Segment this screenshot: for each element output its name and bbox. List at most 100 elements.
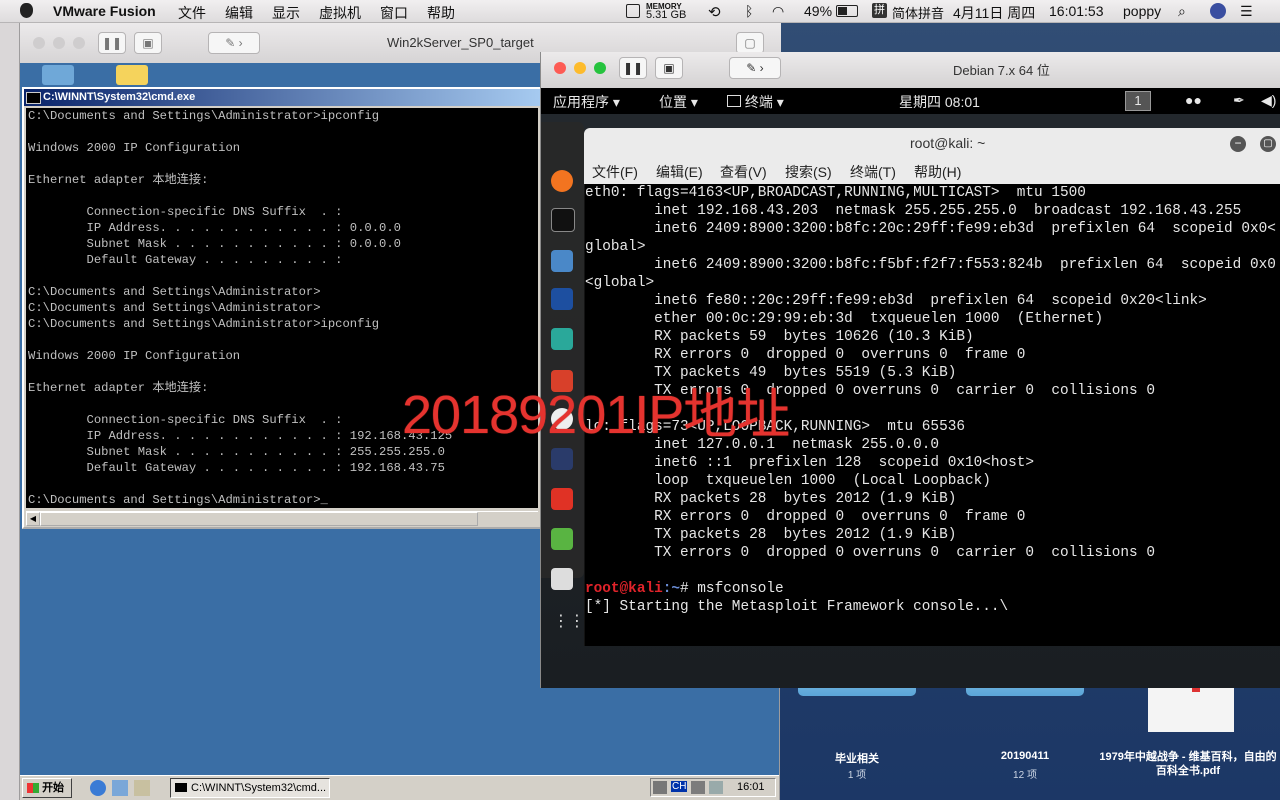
- terminal-line: TX packets 28 bytes 2012 (1.9 KiB): [585, 527, 957, 543]
- faraday-icon[interactable]: [551, 488, 573, 510]
- settings-wrench-button[interactable]: ✎ ›: [208, 32, 260, 54]
- files-icon[interactable]: [551, 250, 573, 272]
- leafpad-icon[interactable]: [551, 528, 573, 550]
- terminal-line: inet6 fe80::20c:29ff:fe99:eb3d prefixlen…: [585, 293, 1207, 309]
- kali-dock: [541, 122, 584, 590]
- firefox-icon[interactable]: [551, 170, 573, 192]
- minimize-button[interactable]: [53, 37, 65, 49]
- input-method-label[interactable]: 简体拼音: [892, 3, 944, 22]
- zoom-button[interactable]: [73, 37, 85, 49]
- battery-percent[interactable]: 49%: [804, 3, 832, 19]
- network-icon[interactable]: [42, 65, 74, 85]
- network-tray-icon[interactable]: [653, 781, 667, 794]
- places-menu[interactable]: 位置 ▾: [659, 92, 698, 112]
- terminal-menu-terminal[interactable]: 终端(T): [850, 162, 896, 182]
- unity-button[interactable]: ▢: [736, 32, 764, 54]
- zoom-button[interactable]: [594, 62, 606, 74]
- pen-tool-icon[interactable]: ✒: [1233, 92, 1245, 109]
- scroll-left-arrow-icon[interactable]: ◀: [26, 512, 40, 526]
- time-machine-icon[interactable]: ⟲: [708, 3, 721, 21]
- screenshot-icon[interactable]: [551, 568, 573, 590]
- terminal-line: inet 192.168.43.203 netmask 255.255.255.…: [585, 203, 1242, 219]
- spotlight-search-icon[interactable]: ⌕: [1178, 3, 1186, 20]
- workspace-indicator[interactable]: 1: [1125, 91, 1151, 111]
- applications-menu[interactable]: 应用程序 ▾: [553, 92, 620, 112]
- show-desktop-icon[interactable]: [112, 780, 128, 796]
- cmd-line: [28, 332, 538, 348]
- desktop-item-count: 12 项: [1013, 770, 1037, 781]
- battery-icon[interactable]: [836, 5, 858, 17]
- terminal-menu-file[interactable]: 文件(F): [592, 162, 638, 182]
- siri-icon[interactable]: [1210, 3, 1226, 19]
- menu-file[interactable]: 文件: [178, 3, 206, 23]
- terminal-line: RX errors 0 dropped 0 overruns 0 frame 0: [585, 509, 1026, 525]
- memory-indicator[interactable]: MEMORY 5.31 GB: [646, 2, 686, 21]
- desktop-item-label: 毕业相关: [835, 753, 879, 765]
- gnome-top-bar: 应用程序 ▾ 位置 ▾ 终端 ▾ 星期四 08:01 1 ●● ✒ ◀): [541, 88, 1280, 114]
- start-button[interactable]: 开始: [22, 778, 72, 798]
- cmd-line: Ethernet adapter 本地连接:: [28, 173, 209, 187]
- prompt-path: :~: [662, 581, 681, 597]
- menu-vm[interactable]: 虚拟机: [319, 3, 361, 23]
- cmd-title-bar[interactable]: C:\WINNT\System32\cmd.exe: [24, 89, 540, 106]
- gnome-clock[interactable]: 星期四 08:01: [899, 92, 980, 112]
- suspend-button[interactable]: ❚❚: [619, 57, 647, 79]
- prompt-command: msfconsole: [697, 581, 784, 597]
- cmd-line: [28, 188, 538, 204]
- cmd-icon: [175, 783, 187, 792]
- volume-icon[interactable]: ◀): [1261, 92, 1276, 109]
- terminal-menu-view[interactable]: 查看(V): [720, 162, 767, 182]
- users-icon[interactable]: ●●: [1185, 92, 1202, 108]
- outlook-quicklaunch-icon[interactable]: [134, 780, 150, 796]
- minimize-button[interactable]: [574, 62, 586, 74]
- notification-center-icon[interactable]: ☰: [1240, 3, 1253, 20]
- folder-icon[interactable]: [116, 65, 148, 85]
- volume-tray-icon[interactable]: [709, 781, 723, 794]
- cmd-line: [28, 156, 538, 172]
- tray-icon[interactable]: [691, 781, 705, 794]
- terminal-menu-edit[interactable]: 编辑(E): [656, 162, 703, 182]
- terminal-app-menu[interactable]: 终端 ▾: [727, 92, 784, 112]
- wifi-icon[interactable]: ◠: [772, 3, 784, 20]
- snapshot-button[interactable]: ▣: [655, 57, 683, 79]
- scroll-thumb[interactable]: [40, 512, 478, 526]
- terminal-title-bar[interactable]: root@kali: ~ − ▢: [584, 128, 1280, 161]
- metasploit-icon[interactable]: [551, 288, 573, 310]
- memory-icon[interactable]: [626, 4, 640, 18]
- terminal-small-icon: [727, 95, 741, 107]
- menu-help[interactable]: 帮助: [427, 3, 455, 23]
- bluetooth-icon[interactable]: ᛒ: [745, 3, 753, 19]
- minimize-icon[interactable]: −: [1230, 136, 1246, 152]
- terminal-icon[interactable]: [551, 208, 575, 232]
- app-menu[interactable]: VMware Fusion: [53, 3, 156, 19]
- menubar-date[interactable]: 4月11日 周四: [953, 3, 1035, 23]
- settings-wrench-button[interactable]: ✎ ›: [729, 57, 781, 79]
- close-button[interactable]: [554, 62, 566, 74]
- cmd-window[interactable]: C:\WINNT\System32\cmd.exe C:\Documents a…: [22, 87, 542, 529]
- terminal-menu-search[interactable]: 搜索(S): [785, 162, 832, 182]
- menu-edit[interactable]: 编辑: [225, 3, 253, 23]
- suspend-button[interactable]: ❚❚: [98, 32, 126, 54]
- maximize-icon[interactable]: ▢: [1260, 136, 1276, 152]
- input-method-icon[interactable]: 拼: [872, 3, 887, 18]
- menu-view[interactable]: 显示: [272, 3, 300, 23]
- language-indicator[interactable]: CH: [671, 781, 688, 792]
- snapshot-button[interactable]: ▣: [134, 32, 162, 54]
- armitage-icon[interactable]: [551, 328, 573, 350]
- maltego-icon[interactable]: [551, 448, 573, 470]
- cmd-line: [28, 268, 538, 284]
- taskbar-cmd-button[interactable]: C:\WINNT\System32\cmd...: [170, 778, 330, 798]
- menubar-time[interactable]: 16:01:53: [1049, 3, 1104, 19]
- vm-toolbar: ❚❚ ▣ ✎ › Debian 7.x 64 位: [541, 52, 1280, 89]
- show-apps-grid-icon[interactable]: ⋮⋮: [553, 612, 585, 632]
- menu-window[interactable]: 窗口: [380, 3, 408, 23]
- terminal-menu-help[interactable]: 帮助(H): [914, 162, 961, 182]
- ie-quicklaunch-icon[interactable]: [90, 780, 106, 796]
- terminal-line: RX errors 0 dropped 0 overruns 0 frame 0: [585, 347, 1026, 363]
- cmd-horizontal-scrollbar[interactable]: ◀: [26, 511, 538, 527]
- menubar-user[interactable]: poppy: [1123, 3, 1161, 19]
- apple-icon[interactable]: [20, 3, 33, 18]
- close-button[interactable]: [33, 37, 45, 49]
- cmd-line: [28, 124, 538, 140]
- terminal-line: global>: [585, 239, 646, 255]
